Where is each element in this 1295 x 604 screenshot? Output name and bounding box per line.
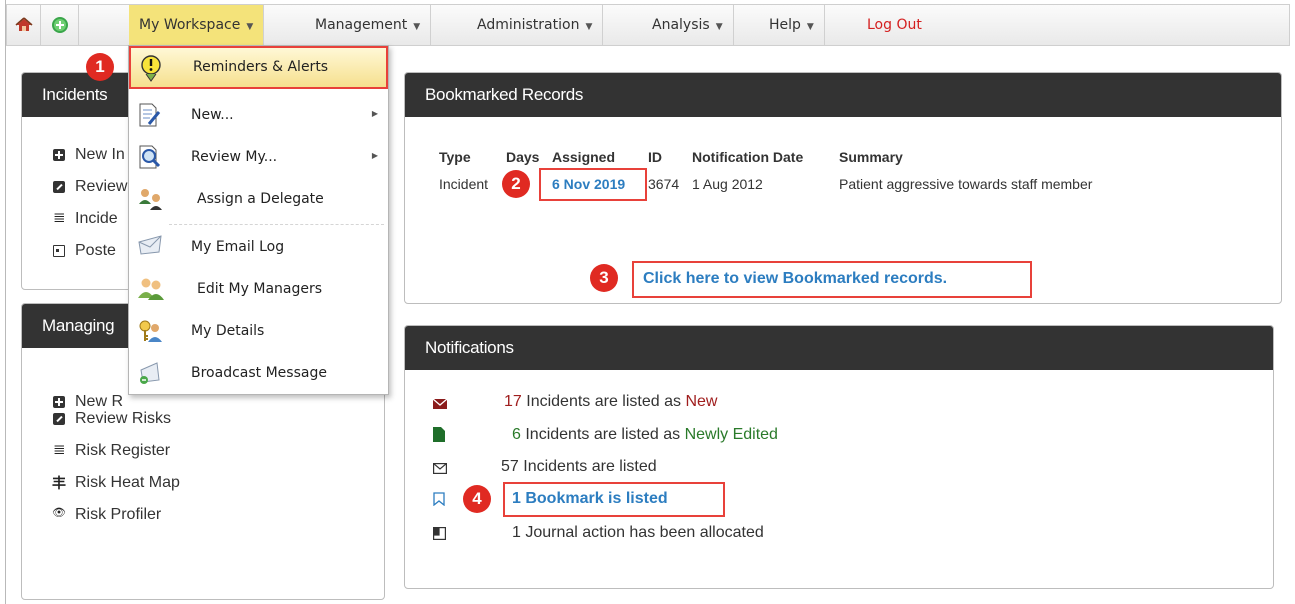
callout-badge: 3 <box>590 264 618 292</box>
journal-icon <box>433 527 447 541</box>
menu-item-review-my[interactable]: Review My... ▶ <box>129 138 388 178</box>
bookmark-icon <box>433 492 447 507</box>
col-header-type: Type <box>439 149 471 165</box>
menu-management[interactable]: Management ▼ <box>305 5 432 45</box>
chevron-down-icon: ▼ <box>806 22 814 32</box>
plus-square-icon <box>53 396 65 408</box>
risk-register-link[interactable]: Risk Register <box>53 440 170 460</box>
new-incidents-link[interactable]: 17 Incidents are listed as New <box>504 393 717 411</box>
menu-item-new[interactable]: New... ▶ <box>129 96 388 136</box>
callout-badge: 1 <box>86 53 114 81</box>
cell-id: 3674 <box>648 176 680 192</box>
card-icon <box>53 245 65 257</box>
chevron-down-icon: ▼ <box>246 22 254 32</box>
risk-profiler-link[interactable]: Risk Profiler <box>52 506 161 524</box>
incident-register-link[interactable]: Incide <box>53 208 118 228</box>
menu-item-broadcast-message[interactable]: Broadcast Message <box>129 354 388 394</box>
callout-badge: 2 <box>502 170 530 198</box>
plus-square-icon <box>53 149 65 161</box>
col-header-notification-date: Notification Date <box>692 149 804 165</box>
new-incident-link[interactable]: New In <box>53 146 125 164</box>
envelope-filled-icon <box>432 397 448 411</box>
highlight-box <box>503 482 725 517</box>
edit-square-icon <box>53 413 65 425</box>
user-key-icon <box>137 318 163 344</box>
all-incidents-link[interactable]: 57 Incidents are listed <box>501 458 657 476</box>
col-header-summary: Summary <box>839 149 903 165</box>
menu-item-reminders-alerts[interactable]: Reminders & Alerts <box>129 46 388 89</box>
home-icon[interactable] <box>7 5 41 45</box>
highlight-box <box>632 261 1032 298</box>
posted-link[interactable]: Poste <box>53 242 116 260</box>
document-edit-icon <box>137 102 163 128</box>
my-workspace-dropdown: Reminders & Alerts New... ▶ Review My...… <box>128 45 389 395</box>
review-risks-link[interactable]: Review Risks <box>53 410 171 428</box>
notifications-panel: Notifications <box>404 325 1274 589</box>
chevron-right-icon: ▶ <box>371 109 378 118</box>
menu-my-workspace[interactable]: My Workspace ▼ <box>129 5 265 45</box>
new-risk-link[interactable]: New R <box>53 393 123 411</box>
menu-help[interactable]: Help ▼ <box>759 5 825 45</box>
add-circle-icon[interactable] <box>41 5 79 45</box>
menu-item-edit-managers[interactable]: Edit My Managers <box>129 270 388 310</box>
chevron-right-icon: ▶ <box>371 151 378 160</box>
broadcast-icon <box>137 360 163 386</box>
panel-title: Notifications <box>405 326 1273 370</box>
chevron-down-icon: ▼ <box>585 22 593 32</box>
menu-item-my-details[interactable]: My Details <box>129 312 388 352</box>
edit-square-icon <box>53 181 65 193</box>
cell-notification-date: 1 Aug 2012 <box>692 176 763 192</box>
document-search-icon <box>137 144 163 170</box>
list-icon <box>53 440 66 458</box>
menu-item-email-log[interactable]: My Email Log <box>129 228 388 268</box>
top-menu-bar: My Workspace ▼ Management ▼ Administration… <box>6 4 1290 46</box>
cell-type: Incident <box>439 176 489 192</box>
logout-link[interactable]: Log Out <box>857 5 932 45</box>
menu-divider <box>169 224 384 225</box>
document-icon <box>433 427 447 442</box>
callout-badge: 4 <box>463 485 491 513</box>
managers-icon <box>137 276 164 302</box>
email-icon <box>137 234 163 260</box>
list-icon <box>53 208 66 226</box>
panel-title: Bookmarked Records <box>405 73 1281 117</box>
col-header-id: ID <box>648 149 662 165</box>
cell-summary: Patient aggressive towards staff member <box>839 176 1093 192</box>
col-header-assigned: Assigned <box>552 149 616 165</box>
eye-icon <box>52 506 66 521</box>
delegate-icon <box>137 186 163 212</box>
newly-edited-link[interactable]: 6 Incidents are listed as Newly Edited <box>512 426 778 444</box>
alert-icon <box>139 54 165 82</box>
chevron-down-icon: ▼ <box>413 22 421 32</box>
col-header-days: Days <box>506 149 540 165</box>
review-incidents-link[interactable]: Review <box>53 178 127 196</box>
journal-actions-link[interactable]: 1 Journal action has been allocated <box>512 524 764 542</box>
envelope-outline-icon <box>433 461 448 475</box>
risk-heat-map-link[interactable]: Risk Heat Map <box>52 473 180 493</box>
menu-administration[interactable]: Administration ▼ <box>467 5 604 45</box>
chevron-down-icon: ▼ <box>715 22 723 32</box>
menu-item-assign-delegate[interactable]: Assign a Delegate <box>129 180 388 220</box>
heat-map-icon <box>52 473 66 493</box>
menu-analysis[interactable]: Analysis ▼ <box>642 5 734 45</box>
highlight-box <box>539 168 647 201</box>
